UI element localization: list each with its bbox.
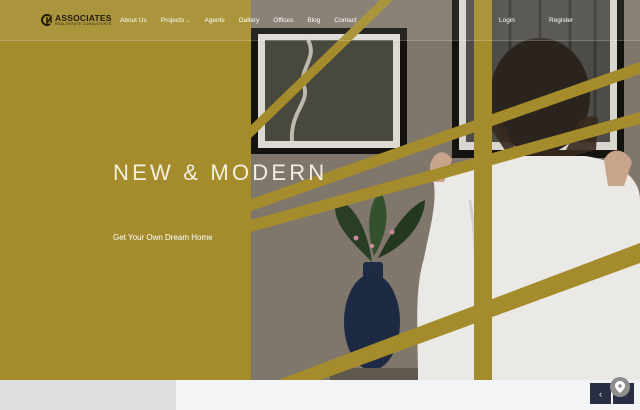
map-pin-button[interactable]: [610, 377, 630, 397]
hero-headline: NEW & MODERN: [113, 160, 328, 185]
below-hero-left-panel: [0, 380, 176, 410]
nav-item-contact[interactable]: Contact: [334, 17, 356, 24]
brand-tagline: REAL ESTATE CONSULTANTS: [55, 22, 112, 26]
slider-prev-button[interactable]: ‹: [590, 383, 611, 404]
nav-item-projects[interactable]: Projects ⌄: [161, 17, 191, 24]
brand-name: ASSOCIATES: [55, 12, 112, 23]
chevron-left-icon: ‹: [599, 388, 602, 399]
map-pin-icon: [615, 381, 625, 393]
hero-section: ASSOCIATES REAL ESTATE CONSULTANTS About…: [0, 0, 640, 380]
main-menu: About Us Projects ⌄ Agents Gallery Office…: [120, 0, 371, 40]
nav-item-blog[interactable]: Blog: [307, 17, 320, 24]
login-link[interactable]: Login: [499, 0, 515, 40]
hero-subheadline: Get Your Own Dream Home: [113, 233, 213, 242]
chevron-down-icon: ⌄: [186, 17, 191, 24]
nav-item-about-us[interactable]: About Us: [120, 17, 147, 24]
brand-logo-mark: [41, 14, 52, 26]
nav-item-offices[interactable]: Offices: [273, 17, 293, 24]
nav-item-agents[interactable]: Agents: [204, 17, 224, 24]
hero-background-image: [251, 0, 640, 380]
nav-item-projects-label: Projects: [160, 16, 185, 24]
nav-item-gallery[interactable]: Gallery: [239, 17, 260, 24]
site-logo[interactable]: ASSOCIATES REAL ESTATE CONSULTANTS: [40, 11, 112, 29]
register-link[interactable]: Register: [549, 0, 573, 40]
below-hero-section: [0, 380, 640, 410]
top-navigation-bar: ASSOCIATES REAL ESTATE CONSULTANTS About…: [0, 0, 640, 41]
